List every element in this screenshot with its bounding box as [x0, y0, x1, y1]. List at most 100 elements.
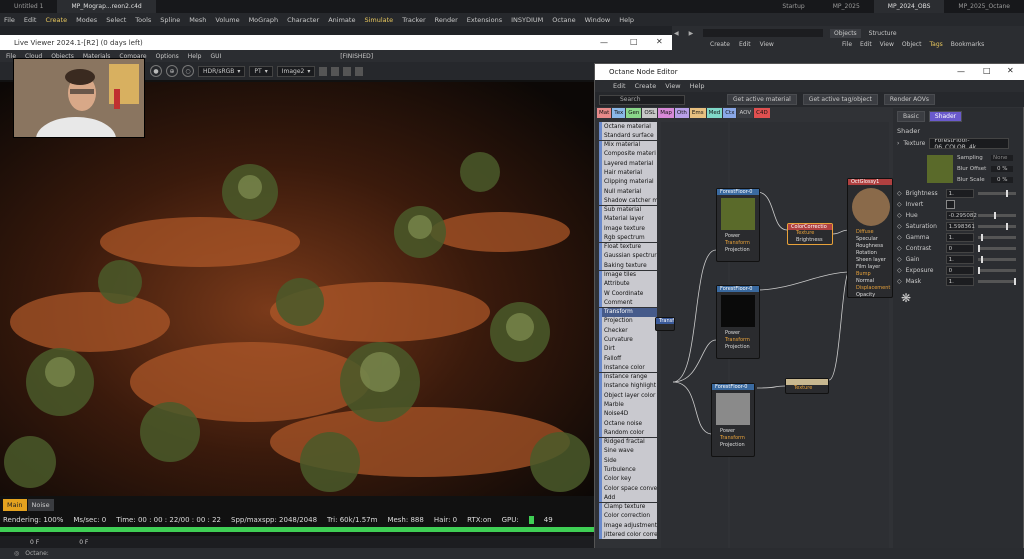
- attribute-slider[interactable]: [977, 223, 1016, 230]
- attribute-slider[interactable]: [977, 190, 1016, 197]
- menu-item[interactable]: Window: [585, 16, 611, 24]
- category-tab[interactable]: C4D: [754, 108, 770, 118]
- toolbar-icons[interactable]: [703, 29, 824, 37]
- keyframe-icon[interactable]: ◇: [897, 190, 902, 197]
- slider-knob[interactable]: [981, 234, 984, 241]
- attribute-value-field[interactable]: 1.: [945, 255, 974, 264]
- node-list-item[interactable]: Image adjustment: [599, 521, 657, 531]
- render-output-image[interactable]: [0, 82, 600, 496]
- tab-noise[interactable]: Noise: [27, 499, 54, 511]
- node-list-item[interactable]: Baking texture: [599, 261, 657, 271]
- layout-tab-active[interactable]: MP_2024_OBS: [873, 0, 945, 13]
- menu-item[interactable]: Mesh: [189, 16, 206, 24]
- node-list-item[interactable]: Attribute: [599, 279, 657, 289]
- texture-field[interactable]: ForestFloor-06_COLOR_4k: [929, 138, 1010, 149]
- image-select[interactable]: Image2 ▾: [276, 65, 316, 77]
- blur-offset-field[interactable]: 0 %: [991, 166, 1013, 172]
- node-list-item[interactable]: Sine wave: [599, 446, 657, 456]
- node-list-item[interactable]: Instance range: [599, 372, 657, 382]
- category-tab[interactable]: Gen: [626, 108, 642, 118]
- category-tab[interactable]: Med: [706, 108, 723, 118]
- node-list-item[interactable]: Add: [599, 493, 657, 503]
- tab-main[interactable]: Main: [3, 499, 27, 511]
- close-icon[interactable]: ✕: [656, 37, 663, 46]
- node-list-item[interactable]: Marble: [599, 400, 657, 410]
- frame-start[interactable]: 0 F: [30, 539, 39, 546]
- tab-structure[interactable]: Structure: [869, 30, 897, 37]
- texture-node-3[interactable]: ForestFloor-0 Power Transform Projection: [711, 383, 755, 457]
- nav-right-icon[interactable]: ▶: [689, 30, 694, 37]
- node-list-item[interactable]: Standard surface: [599, 131, 657, 141]
- attribute-slider[interactable]: [977, 278, 1016, 285]
- attribute-value-field[interactable]: 0: [945, 266, 974, 275]
- layout-tab[interactable]: Startup: [768, 0, 818, 13]
- texture-node-2[interactable]: ForestFloor-0 Power Transform Projection: [716, 285, 760, 359]
- color-mode-select[interactable]: HDR/sRGB ▾: [198, 65, 246, 77]
- node-list-item[interactable]: Sub material: [599, 205, 657, 215]
- maximize-icon[interactable]: □: [983, 66, 991, 75]
- category-tab[interactable]: Ctx: [723, 108, 737, 118]
- category-tab[interactable]: Mat: [597, 108, 612, 118]
- menu-item[interactable]: Simulate: [364, 16, 393, 24]
- node-list-item[interactable]: Color space conve: [599, 483, 657, 494]
- node-list-item[interactable]: Image tiles: [599, 270, 657, 280]
- render-aovs-button[interactable]: Render AOVs: [883, 94, 936, 105]
- menu-item[interactable]: Character: [287, 16, 319, 24]
- utility-node[interactable]: Texture: [785, 378, 829, 394]
- node-list-item[interactable]: Octane material: [599, 122, 657, 132]
- panel-menu-item[interactable]: Edit: [860, 41, 872, 48]
- attribute-slider[interactable]: [977, 267, 1016, 274]
- node-graph-canvas[interactable]: Transform ForestFloor-0 Power Transform …: [655, 122, 893, 548]
- maximize-icon[interactable]: □: [630, 37, 638, 46]
- category-tab[interactable]: Ems: [689, 108, 706, 118]
- document-tab[interactable]: Untitled 1: [0, 0, 57, 13]
- keyframe-icon[interactable]: ◇: [897, 267, 902, 274]
- node-list-item[interactable]: Rgb spectrum: [599, 233, 657, 243]
- attribute-value-field[interactable]: -0.295082: [945, 211, 977, 220]
- keyframe-icon[interactable]: ◇: [897, 223, 902, 230]
- tab-shader[interactable]: Shader: [928, 111, 963, 122]
- keyframe-icon[interactable]: ◇: [897, 234, 902, 241]
- slider-knob[interactable]: [1006, 190, 1009, 197]
- node-list-item[interactable]: Transform: [599, 307, 657, 317]
- kernel-select[interactable]: PT ▾: [249, 65, 273, 77]
- slider-knob[interactable]: [1006, 223, 1009, 230]
- sampling-select[interactable]: None: [991, 155, 1013, 161]
- color-correction-node[interactable]: ColorCorrectio Texture Brightness: [787, 223, 833, 245]
- panel-menu-item[interactable]: View: [760, 41, 774, 48]
- attribute-slider[interactable]: [977, 212, 1016, 219]
- minimize-icon[interactable]: —: [957, 67, 965, 76]
- menu-item[interactable]: Help: [188, 53, 202, 60]
- node-list-item[interactable]: Float texture: [599, 242, 657, 252]
- attribute-slider[interactable]: [977, 234, 1016, 241]
- menu-item[interactable]: Create: [45, 16, 67, 24]
- keyframe-icon[interactable]: ◇: [897, 278, 902, 285]
- invert-checkbox[interactable]: [945, 200, 955, 209]
- focus-icon[interactable]: ⊕: [166, 65, 178, 77]
- slider-knob[interactable]: [977, 245, 980, 252]
- menu-item[interactable]: Extensions: [467, 16, 502, 24]
- menu-item[interactable]: Tools: [135, 16, 151, 24]
- panel-menu-item[interactable]: Create: [710, 41, 730, 48]
- panel-menu-item[interactable]: Edit: [739, 41, 751, 48]
- attribute-value-field[interactable]: 1.598361: [945, 222, 975, 231]
- blur-scale-field[interactable]: 0 %: [991, 177, 1013, 183]
- menu-item[interactable]: File: [4, 16, 15, 24]
- node-list-item[interactable]: Null material: [599, 186, 657, 197]
- attribute-value-field[interactable]: 1.: [945, 189, 974, 198]
- node-list-item[interactable]: Projection: [599, 316, 657, 326]
- panel-menu-item[interactable]: Tags: [929, 41, 942, 48]
- category-tab[interactable]: Map: [658, 108, 674, 118]
- node-list-item[interactable]: Side: [599, 456, 657, 466]
- keyframe-icon[interactable]: ◇: [897, 245, 902, 252]
- category-tab[interactable]: AOV: [737, 108, 754, 118]
- menu-item[interactable]: GUI: [210, 53, 221, 60]
- panel-menu-item[interactable]: Object: [902, 41, 922, 48]
- panel-menu-item[interactable]: View: [880, 41, 894, 48]
- pick-icon[interactable]: ○: [182, 65, 194, 77]
- node-list-item[interactable]: Hair material: [599, 168, 657, 178]
- node-list-item[interactable]: Instance highlight: [599, 381, 657, 391]
- expand-icon[interactable]: ›: [897, 140, 899, 147]
- menu-item[interactable]: Help: [690, 82, 705, 90]
- region-icon[interactable]: [319, 66, 328, 76]
